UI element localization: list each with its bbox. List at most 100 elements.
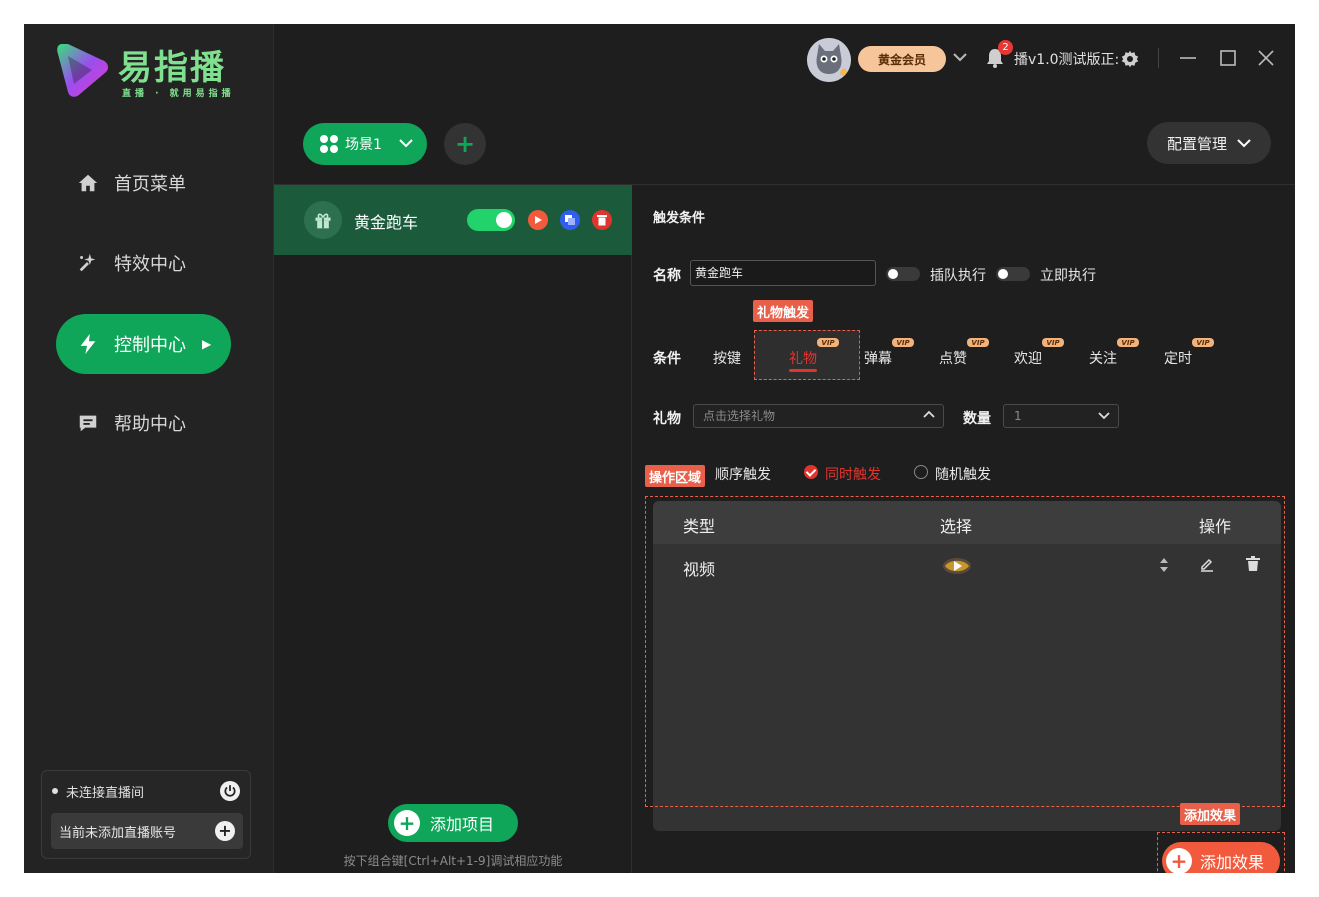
trash-icon[interactable] (592, 210, 612, 230)
copy-icon[interactable] (560, 210, 580, 230)
project-list: 黄金跑车 + 添加项目 按下组合键[Ctrl+Alt+1-9]调试相应功能 (274, 185, 632, 873)
trigger-mode-simultaneous[interactable]: 同时触发 (825, 464, 881, 484)
app-window: 易指播 直播 · 就用易指播 首页菜单 特效中心 控制中心 ▶ 帮助中心 未连接… (24, 24, 1295, 873)
sidebar-item-control[interactable]: 控制中心 ▶ (56, 314, 231, 374)
plus-circle-icon: + (394, 810, 420, 836)
minimize-icon[interactable] (1178, 48, 1198, 68)
chat-icon (74, 409, 102, 437)
title-bar: 黄金会员 2 播v1.0测试版正: (274, 24, 1295, 94)
condition-tab-welcome[interactable]: 欢迎 (1014, 348, 1042, 368)
condition-tab-key[interactable]: 按键 (713, 348, 741, 368)
sidebar-item-label: 首页菜单 (114, 174, 186, 195)
chevron-down-icon (1237, 134, 1251, 152)
quantity-value: 1 (1014, 409, 1022, 423)
trigger-mode-random[interactable]: 随机触发 (935, 464, 991, 484)
cat-avatar-icon (807, 38, 851, 82)
add-account-icon[interactable]: + (215, 821, 235, 841)
add-project-label: 添加项目 (430, 815, 495, 834)
radio-simultaneous[interactable] (804, 465, 818, 479)
condition-tab-like[interactable]: 点赞 (939, 348, 967, 368)
caret-right-icon: ▶ (202, 337, 212, 351)
quantity-select[interactable]: 1 (1003, 404, 1119, 428)
add-effect-button[interactable]: + 添加效果 (1162, 842, 1280, 873)
notification-badge: 2 (998, 40, 1013, 55)
play-icon[interactable] (528, 210, 548, 230)
name-input[interactable]: 黄金跑车 (690, 260, 876, 286)
chevron-down-icon (399, 136, 413, 152)
queue-toggle[interactable] (886, 267, 920, 281)
config-manage-button[interactable]: 配置管理 (1147, 122, 1271, 164)
sidebar-item-effects[interactable]: 特效中心 (56, 233, 231, 293)
titlebar-divider (1158, 48, 1159, 68)
project-item[interactable]: 黄金跑车 (274, 185, 632, 255)
condition-active-underline (789, 369, 817, 372)
radio-random[interactable] (914, 465, 928, 479)
app-logo: 易指播 直播 · 就用易指播 (54, 38, 244, 102)
trigger-detail-panel: 触发条件 名称 黄金跑车 插队执行 立即执行 礼物触发 条件 按键 礼物 VIP… (633, 185, 1295, 873)
chevron-down-icon (1098, 405, 1110, 427)
vip-badge: VIP (967, 338, 989, 347)
vip-badge: VIP (1117, 338, 1139, 347)
lightning-icon (74, 330, 102, 358)
home-icon (74, 169, 102, 197)
vip-badge: VIP (1042, 338, 1064, 347)
sidebar-item-help[interactable]: 帮助中心 (56, 393, 231, 453)
avatar[interactable] (807, 38, 851, 82)
maximize-icon[interactable] (1218, 48, 1238, 68)
add-effect-annotation: 添加效果 (1180, 803, 1241, 825)
condition-tab-danmaku[interactable]: 弹幕 (864, 348, 892, 368)
add-project-button[interactable]: + 添加项目 (388, 804, 518, 842)
account-status-text: 当前未添加直播账号 (59, 825, 177, 841)
close-icon[interactable] (1256, 48, 1276, 68)
name-label: 名称 (653, 268, 681, 284)
status-dot (52, 788, 58, 794)
grid-icon (320, 135, 338, 153)
condition-tab-timer[interactable]: 定时 (1164, 348, 1192, 368)
vip-badge: VIP (892, 338, 914, 347)
condition-tab-gift[interactable]: 礼物 (789, 348, 817, 368)
trigger-section-title: 触发条件 (653, 211, 706, 226)
config-label: 配置管理 (1166, 134, 1227, 153)
shortcut-hint: 按下组合键[Ctrl+Alt+1-9]调试相应功能 (343, 854, 563, 868)
logo-play-icon (57, 44, 109, 97)
project-name: 黄金跑车 (354, 213, 419, 232)
queue-label: 插队执行 (930, 268, 986, 284)
add-effect-label: 添加效果 (1200, 853, 1265, 872)
quantity-label: 数量 (963, 411, 991, 427)
condition-tab-follow[interactable]: 关注 (1089, 348, 1117, 368)
sidebar-item-label: 特效中心 (114, 254, 186, 275)
project-enable-toggle[interactable] (467, 209, 515, 231)
connection-status: 未连接直播间 (52, 779, 240, 803)
live-status-panel: 未连接直播间 当前未添加直播账号 + (41, 770, 251, 859)
operation-area-highlight (645, 496, 1285, 807)
immediate-toggle[interactable] (996, 267, 1030, 281)
gift-select[interactable]: 点击选择礼物 (693, 404, 944, 428)
app-slogan: 直播 · 就用易指播 (122, 89, 235, 99)
sparkle-icon (74, 249, 102, 277)
power-icon[interactable] (220, 781, 240, 801)
vip-badge: VIP (817, 338, 839, 347)
scene-selector[interactable]: 场景1 (303, 123, 427, 165)
gift-select-placeholder: 点击选择礼物 (703, 409, 776, 423)
condition-label: 条件 (653, 351, 681, 367)
gift-label: 礼物 (653, 411, 681, 427)
add-account-row[interactable]: 当前未添加直播账号 + (51, 813, 243, 849)
trigger-mode-sequential[interactable]: 顺序触发 (715, 464, 771, 484)
chevron-down-icon[interactable] (953, 50, 967, 66)
gift-trigger-annotation: 礼物触发 (753, 300, 814, 322)
scene-label: 场景1 (345, 137, 382, 153)
op-area-annotation: 操作区域 (645, 465, 706, 487)
vip-badge: VIP (1192, 338, 1214, 347)
sidebar-item-home[interactable]: 首页菜单 (56, 153, 231, 213)
gear-icon[interactable] (1121, 50, 1139, 68)
version-text: 播v1.0测试版正: (1014, 52, 1120, 68)
connection-status-text: 未连接直播间 (66, 785, 145, 801)
member-badge[interactable]: 黄金会员 (858, 46, 946, 72)
gift-icon (304, 201, 342, 239)
chevron-up-icon (923, 405, 935, 427)
sidebar: 易指播 直播 · 就用易指播 首页菜单 特效中心 控制中心 ▶ 帮助中心 未连接… (24, 24, 274, 873)
immediate-label: 立即执行 (1040, 268, 1096, 284)
add-scene-button[interactable]: + (444, 123, 486, 165)
app-name: 易指播 (118, 48, 226, 88)
sidebar-item-label: 帮助中心 (114, 414, 186, 435)
